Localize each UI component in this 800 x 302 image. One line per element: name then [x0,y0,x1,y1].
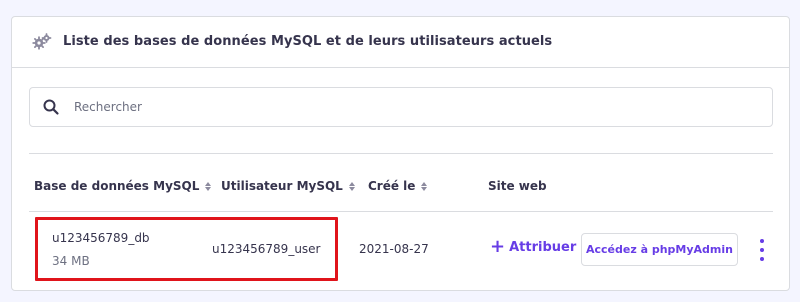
column-header-database-label: Base de données MySQL [34,179,200,193]
gears-icon [31,32,53,51]
sort-icon[interactable] [205,181,212,191]
search-box[interactable] [29,87,773,127]
highlight-box [35,217,338,281]
created-date: 2021-08-27 [359,242,429,256]
sort-icon[interactable] [348,181,355,191]
column-header-database[interactable]: Base de données MySQL [34,179,212,193]
column-header-user[interactable]: Utilisateur MySQL [221,179,355,193]
column-header-created-label: Créé le [368,179,416,193]
table-divider-header [29,211,773,212]
column-header-created[interactable]: Créé le [368,179,428,193]
assign-link[interactable]: + Attribuer [490,238,576,256]
phpmyadmin-button[interactable]: Accédez à phpMyAdmin [581,233,738,266]
assign-label: Attribuer [509,239,577,255]
plus-icon: + [490,236,506,257]
sort-icon[interactable] [421,181,428,191]
card-title: Liste des bases de données MySQL et de l… [63,34,553,49]
search-input[interactable] [74,100,714,114]
search-icon [42,98,60,116]
card-header: Liste des bases de données MySQL et de l… [11,16,790,68]
table-divider-top [29,153,773,154]
column-header-user-label: Utilisateur MySQL [221,179,343,193]
column-header-website-label: Site web [488,179,547,193]
more-options-icon[interactable] [757,239,767,261]
column-header-website: Site web [488,179,547,193]
